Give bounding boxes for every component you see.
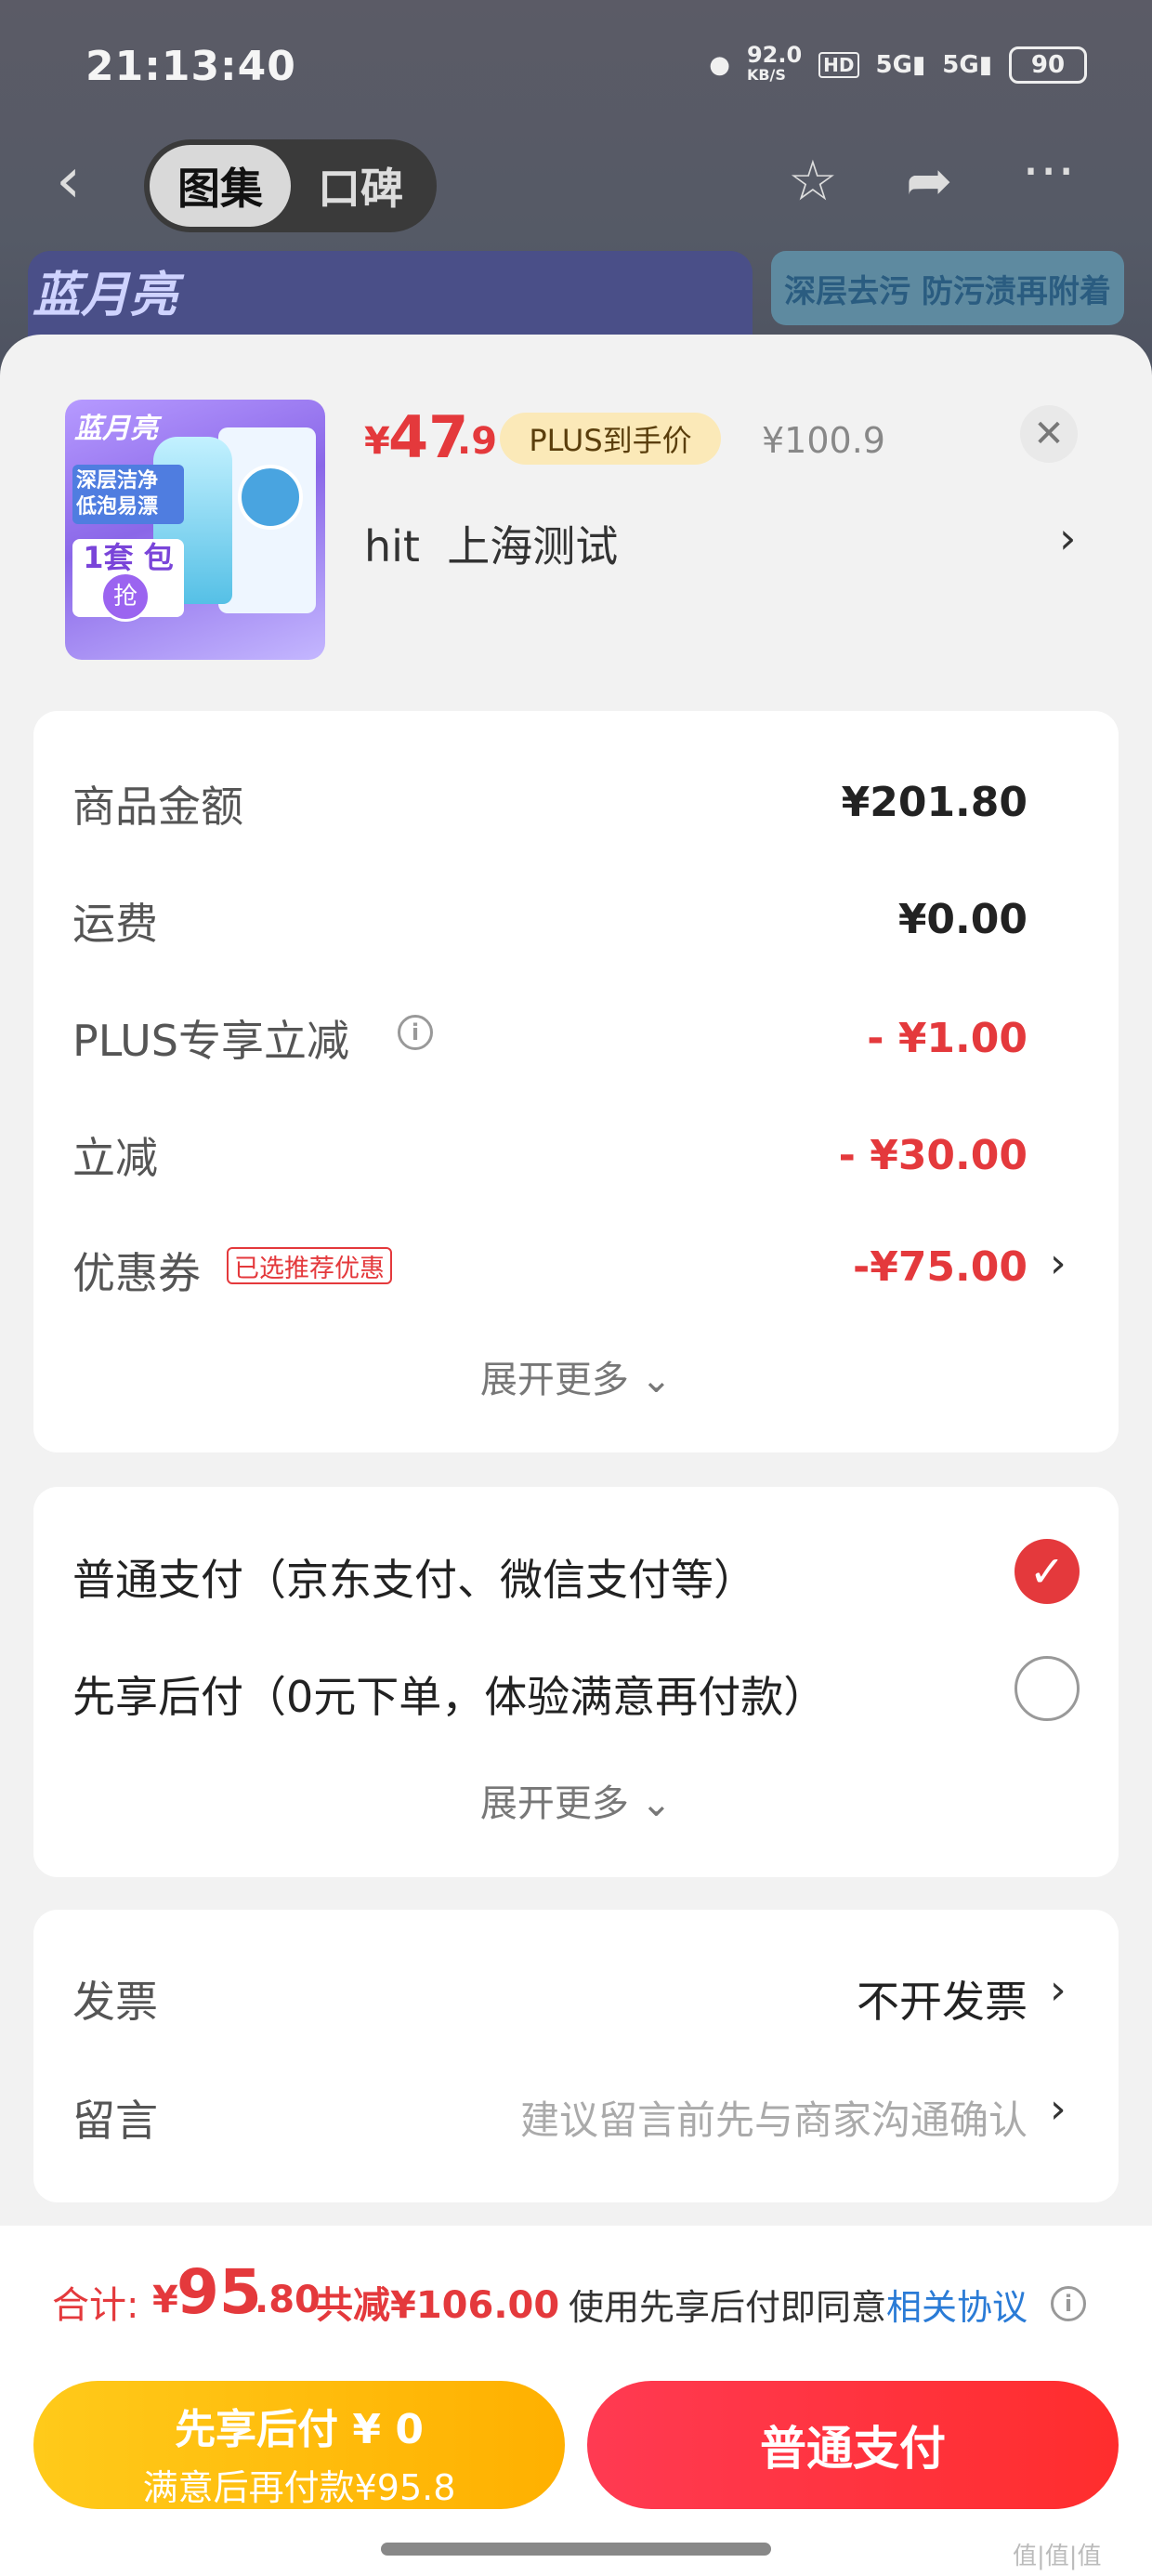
bnpl-button-subtitle: 满意后再付款¥95.8	[142, 2467, 456, 2508]
product-grab-badge: 抢	[100, 572, 151, 622]
share-icon[interactable]: ➦	[906, 149, 952, 214]
product-seal	[238, 465, 303, 530]
expand-label: 展开更多	[479, 1782, 629, 1825]
extras-card	[33, 1910, 1119, 2202]
product-logo: 蓝月亮	[74, 413, 158, 445]
net-speed: 92.0 KB/S	[746, 42, 803, 84]
total-currency: ¥	[152, 2279, 178, 2321]
payment-option-normal[interactable]: 普通支付（京东支付、微信支付等）	[72, 1546, 756, 1608]
summary-value-plus: - ¥1.00	[867, 1015, 1028, 1062]
battery-icon: 90	[1009, 46, 1087, 84]
summary-label-discount: 立减	[72, 1133, 158, 1183]
tab-reviews[interactable]: 口碑	[291, 145, 430, 227]
info-icon[interactable]: i	[1051, 2286, 1086, 2321]
summary-label-plus: PLUS专享立减	[72, 1016, 349, 1066]
product-sku[interactable]: hit 上海测试	[364, 513, 618, 574]
product-image: 蓝月亮 深层洁净 低泡易漂 1套 包邮 抢	[65, 400, 325, 660]
status-icons: ● 92.0 KB/S HD 5G▮ 5G▮ 90	[709, 42, 1087, 85]
chevron-down-icon: ⌄	[640, 1782, 673, 1825]
coupon-recommend-tag: 已选推荐优惠	[227, 1247, 392, 1284]
more-icon[interactable]: ···	[1022, 139, 1075, 204]
radio-unchecked[interactable]	[1015, 1656, 1080, 1721]
payment-option-bnpl[interactable]: 先享后付（0元下单，体验满意再付款）	[72, 1663, 826, 1725]
info-icon[interactable]: i	[398, 1015, 433, 1050]
summary-label-goods: 商品金额	[72, 782, 243, 832]
total-decimal: .80	[255, 2279, 321, 2321]
agreement-text: 使用先享后付即同意相关协议	[569, 2287, 1028, 2328]
promo-tag: 深层去污 防污渍再附着	[771, 251, 1124, 325]
expand-label: 展开更多	[479, 1359, 629, 1401]
bnpl-button-title: 先享后付 ¥ 0	[175, 2406, 424, 2453]
background-product-page: 21:13:40 ● 92.0 KB/S HD 5G▮ 5G▮ 90 ‹ 图集 口…	[0, 0, 1152, 390]
chevron-right-icon[interactable]: ›	[1050, 2085, 1067, 2133]
agreement-link[interactable]: 相关协议	[886, 2287, 1028, 2328]
message-input[interactable]: 建议留言前先与商家沟通确认	[520, 2089, 1028, 2146]
total-integer: 95	[177, 2256, 262, 2328]
price-decimal: .9	[457, 420, 498, 463]
invoice-value[interactable]: 不开发票	[857, 1968, 1028, 2030]
expand-more-summary[interactable]: 展开更多 ⌄	[0, 1349, 1152, 1403]
watermark: 值|值|值	[1013, 2543, 1102, 2570]
summary-value-discount: - ¥30.00	[838, 1132, 1028, 1179]
status-bar: 21:13:40 ● 92.0 KB/S HD 5G▮ 5G▮ 90	[0, 0, 1152, 139]
bnpl-button[interactable]: 先享后付 ¥ 0 满意后再付款¥95.8	[33, 2381, 565, 2509]
chevron-right-icon[interactable]: ›	[1050, 1240, 1067, 1287]
brand-logo: 蓝月亮	[33, 268, 178, 323]
chevron-right-icon[interactable]: ›	[1050, 1966, 1067, 2014]
pay-button[interactable]: 普通支付	[587, 2381, 1119, 2509]
close-icon[interactable]: ✕	[1020, 405, 1078, 463]
summary-label-coupon[interactable]: 优惠券	[72, 1240, 201, 1301]
star-icon[interactable]: ☆	[788, 149, 838, 214]
message-label: 留言	[72, 2096, 158, 2146]
summary-value-shipping: ¥0.00	[897, 896, 1028, 943]
expand-more-payment[interactable]: 展开更多 ⌄	[0, 1773, 1152, 1827]
hd-icon: HD	[818, 52, 859, 78]
tab-gallery[interactable]: 图集	[150, 145, 291, 227]
invoice-label[interactable]: 发票	[72, 1968, 158, 2030]
status-time: 21:13:40	[85, 43, 296, 90]
back-icon[interactable]: ‹	[56, 150, 111, 218]
home-indicator	[381, 2543, 771, 2556]
total-discount: 共减¥106.00	[316, 2284, 560, 2327]
media-tab-switch: 图集 口碑	[144, 139, 437, 232]
check-icon[interactable]: ✓	[1015, 1539, 1080, 1604]
summary-value-coupon[interactable]: -¥75.00	[853, 1243, 1028, 1291]
product-badge: 深层洁净 低泡易漂	[72, 465, 184, 524]
original-price: ¥100.9	[762, 420, 885, 461]
summary-label-shipping: 运费	[72, 899, 158, 949]
chevron-right-icon[interactable]: ›	[1059, 513, 1076, 563]
location-icon: ●	[709, 51, 730, 79]
plus-price-badge: PLUS到手价	[500, 413, 721, 465]
price-currency: ¥	[364, 420, 390, 463]
signal-icon: 5G▮	[875, 51, 926, 79]
signal-icon-2: 5G▮	[942, 51, 992, 79]
summary-value-goods: ¥201.80	[841, 779, 1028, 826]
total-label: 合计:	[52, 2284, 139, 2327]
chevron-down-icon: ⌄	[640, 1359, 673, 1401]
